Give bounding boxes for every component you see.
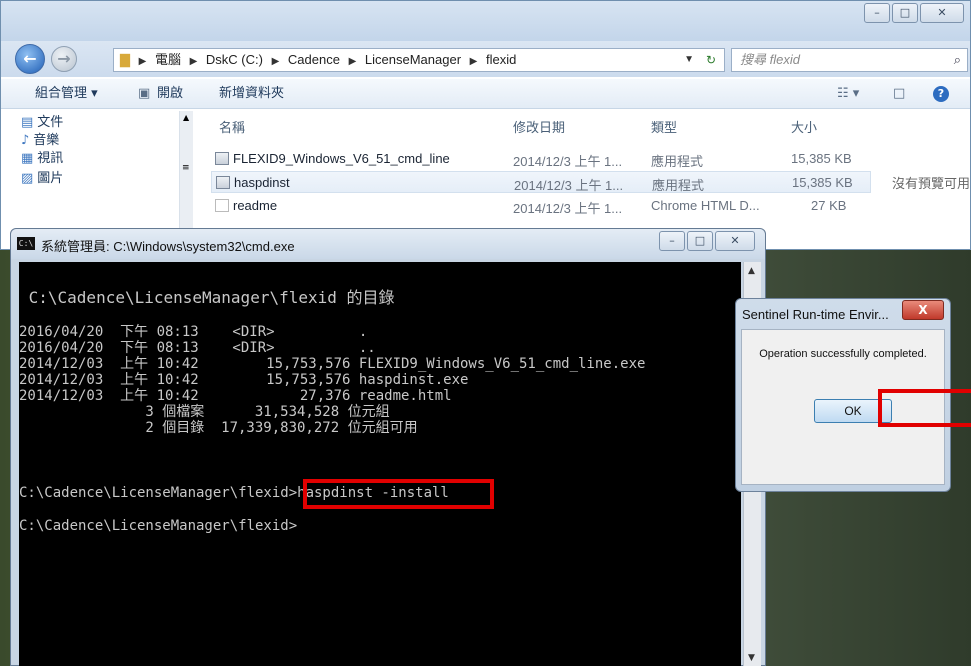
file-type: Chrome HTML D... bbox=[651, 198, 760, 213]
breadcrumb-item[interactable]: flexid bbox=[486, 52, 516, 67]
console-line: 2016/04/20 下午 08:13 <DIR> .. bbox=[19, 340, 376, 356]
file-size: 15,385 KB bbox=[792, 175, 853, 190]
breadcrumb-separator-icon: ▶ bbox=[138, 56, 147, 67]
explorer-window-controls: – □ ✕ bbox=[864, 3, 964, 23]
file-name: readme bbox=[233, 198, 278, 213]
breadcrumb-item[interactable]: Cadence bbox=[288, 52, 340, 67]
ok-highlight-box bbox=[878, 389, 971, 427]
file-date: 2014/12/3 上午 1... bbox=[513, 154, 623, 169]
console-line: 2016/04/20 下午 08:13 <DIR> . bbox=[19, 324, 368, 340]
close-button[interactable]: ✕ bbox=[715, 231, 755, 251]
navigation-scrollbar[interactable]: ▲ ≡ bbox=[179, 111, 193, 246]
minimize-button[interactable]: – bbox=[659, 231, 685, 251]
sidebar-item-documents[interactable]: ▤ 文件 bbox=[21, 114, 63, 132]
forward-button[interactable]: → bbox=[51, 46, 77, 72]
column-header-name[interactable]: 名稱 bbox=[219, 117, 245, 136]
view-options-icon[interactable]: ☷ ▾ bbox=[837, 79, 859, 109]
help-icon[interactable]: ? bbox=[933, 86, 949, 102]
search-placeholder: 搜尋 flexid bbox=[740, 52, 800, 67]
column-header-date[interactable]: 修改日期 bbox=[513, 117, 565, 136]
file-row[interactable]: FLEXID9_Windows_V6_51_cmd_line 2014/12/3… bbox=[211, 148, 871, 170]
folder-icon: ▇ bbox=[120, 52, 130, 67]
sidebar-item-label: 視訊 bbox=[37, 151, 64, 166]
file-type: 應用程式 bbox=[652, 178, 705, 193]
search-input[interactable]: 搜尋 flexid ⌕ bbox=[731, 48, 968, 72]
back-arrow-icon: ← bbox=[23, 49, 37, 68]
preview-pane-message: 沒有預覽可用 bbox=[891, 177, 970, 192]
console-line: 3 個檔案 31,534,528 位元組 bbox=[19, 404, 390, 420]
sidebar-item-music[interactable]: ♪ 音樂 bbox=[21, 132, 59, 150]
column-header-size[interactable]: 大小 bbox=[791, 117, 817, 136]
file-size: 15,385 KB bbox=[791, 151, 852, 166]
file-size: 27 KB bbox=[811, 198, 847, 213]
breadcrumb-separator-icon: ▶ bbox=[271, 56, 280, 67]
file-type: 應用程式 bbox=[651, 154, 704, 169]
sidebar-item-pictures[interactable]: ▨ 圖片 bbox=[21, 170, 63, 188]
file-row[interactable]: readme 2014/12/3 上午 1... Chrome HTML D..… bbox=[211, 195, 871, 217]
console-output[interactable]: C:\Cadence\LicenseManager\flexid 的目錄 201… bbox=[19, 262, 741, 666]
application-icon bbox=[216, 176, 230, 189]
breadcrumb-item[interactable]: DskC (C:) bbox=[206, 52, 263, 67]
sidebar-item-videos[interactable]: ▦ 視訊 bbox=[21, 150, 63, 168]
dialog-close-button[interactable]: X bbox=[902, 300, 944, 320]
file-date: 2014/12/3 上午 1... bbox=[514, 178, 624, 193]
new-folder-button[interactable]: 新增資料夾 bbox=[219, 79, 284, 109]
music-icon: ♪ bbox=[21, 133, 30, 148]
forward-arrow-icon: → bbox=[57, 49, 71, 68]
console-prompt[interactable]: C:\Cadence\LicenseManager\flexid> bbox=[19, 518, 297, 534]
scroll-up-icon[interactable]: ▲ bbox=[183, 113, 189, 122]
minimize-button[interactable]: – bbox=[864, 3, 890, 23]
html-file-icon bbox=[215, 199, 229, 212]
back-button[interactable]: ← bbox=[15, 44, 45, 74]
breadcrumb-separator-icon: ▶ bbox=[469, 56, 478, 67]
open-button[interactable]: 開啟 bbox=[157, 79, 183, 109]
dialog-message: Operation successfully completed. bbox=[759, 348, 927, 360]
command-highlight-box bbox=[303, 479, 494, 509]
console-line: 2014/12/03 上午 10:42 15,753,576 haspdinst… bbox=[19, 372, 469, 388]
cmd-window: C:\ 系統管理員: C:\Windows\system32\cmd.exe –… bbox=[10, 228, 766, 666]
sidebar-item-label: 音樂 bbox=[33, 133, 60, 148]
videos-icon: ▦ bbox=[21, 151, 34, 166]
address-input[interactable]: ▇ ▶ 電腦 ▶ DskC (C:) ▶ Cadence ▶ LicenseMa… bbox=[113, 48, 725, 72]
scroll-down-icon[interactable]: ▼ bbox=[748, 653, 755, 663]
sidebar-item-label: 文件 bbox=[37, 115, 64, 130]
cmd-window-controls: – □ ✕ bbox=[659, 231, 755, 251]
dialog-title: Sentinel Run-time Envir... bbox=[742, 307, 889, 322]
organize-menu[interactable]: 組合管理 ▾ bbox=[35, 79, 98, 109]
preview-pane-icon[interactable]: □ bbox=[893, 79, 905, 109]
file-date: 2014/12/3 上午 1... bbox=[513, 201, 623, 216]
maximize-button[interactable]: □ bbox=[892, 3, 918, 23]
column-header-type[interactable]: 類型 bbox=[651, 117, 677, 136]
console-line: C:\Cadence\LicenseManager\flexid 的目錄 bbox=[19, 288, 395, 307]
breadcrumb-separator-icon: ▶ bbox=[348, 56, 357, 67]
console-line: 2014/12/03 上午 10:42 27,376 readme.html bbox=[19, 388, 452, 404]
cmd-titlebar[interactable]: C:\ 系統管理員: C:\Windows\system32\cmd.exe –… bbox=[11, 229, 765, 259]
scroll-thumb-icon[interactable]: ≡ bbox=[182, 163, 190, 173]
breadcrumb-item[interactable]: 電腦 bbox=[155, 52, 181, 67]
address-dropdown-icon[interactable]: ▼ bbox=[684, 49, 694, 71]
console-line: 2014/12/03 上午 10:42 15,753,576 FLEXID9_W… bbox=[19, 356, 646, 372]
application-icon bbox=[215, 152, 229, 165]
file-name: haspdinst bbox=[234, 175, 290, 190]
console-line: 2 個目錄 17,339,830,272 位元組可用 bbox=[19, 420, 418, 436]
scroll-up-icon[interactable]: ▲ bbox=[748, 266, 755, 276]
pictures-icon: ▨ bbox=[21, 171, 34, 186]
documents-icon: ▤ bbox=[21, 115, 34, 130]
explorer-window: – □ ✕ ← → ▇ ▶ 電腦 ▶ DskC (C:) ▶ Cadence ▶… bbox=[0, 0, 971, 250]
maximize-button[interactable]: □ bbox=[687, 231, 713, 251]
close-button[interactable]: ✕ bbox=[920, 3, 964, 23]
address-bar-area: ← → ▇ ▶ 電腦 ▶ DskC (C:) ▶ Cadence ▶ Licen… bbox=[1, 41, 970, 77]
file-name: FLEXID9_Windows_V6_51_cmd_line bbox=[233, 151, 450, 166]
explorer-titlebar: – □ ✕ bbox=[1, 1, 970, 41]
breadcrumb-item[interactable]: LicenseManager bbox=[365, 52, 461, 67]
cmd-title: 系統管理員: C:\Windows\system32\cmd.exe bbox=[41, 239, 295, 254]
refresh-icon[interactable]: ↻ bbox=[706, 49, 716, 71]
explorer-toolbar: 組合管理 ▾ ▣ 開啟 新增資料夾 ☷ ▾ □ ? bbox=[1, 79, 970, 109]
sidebar-item-label: 圖片 bbox=[37, 171, 64, 186]
search-icon[interactable]: ⌕ bbox=[954, 49, 961, 71]
open-icon: ▣ bbox=[138, 86, 151, 101]
cmd-icon: C:\ bbox=[17, 237, 35, 250]
breadcrumb-separator-icon: ▶ bbox=[189, 56, 198, 67]
file-row[interactable]: haspdinst 2014/12/3 上午 1... 應用程式 15,385 … bbox=[211, 171, 871, 193]
